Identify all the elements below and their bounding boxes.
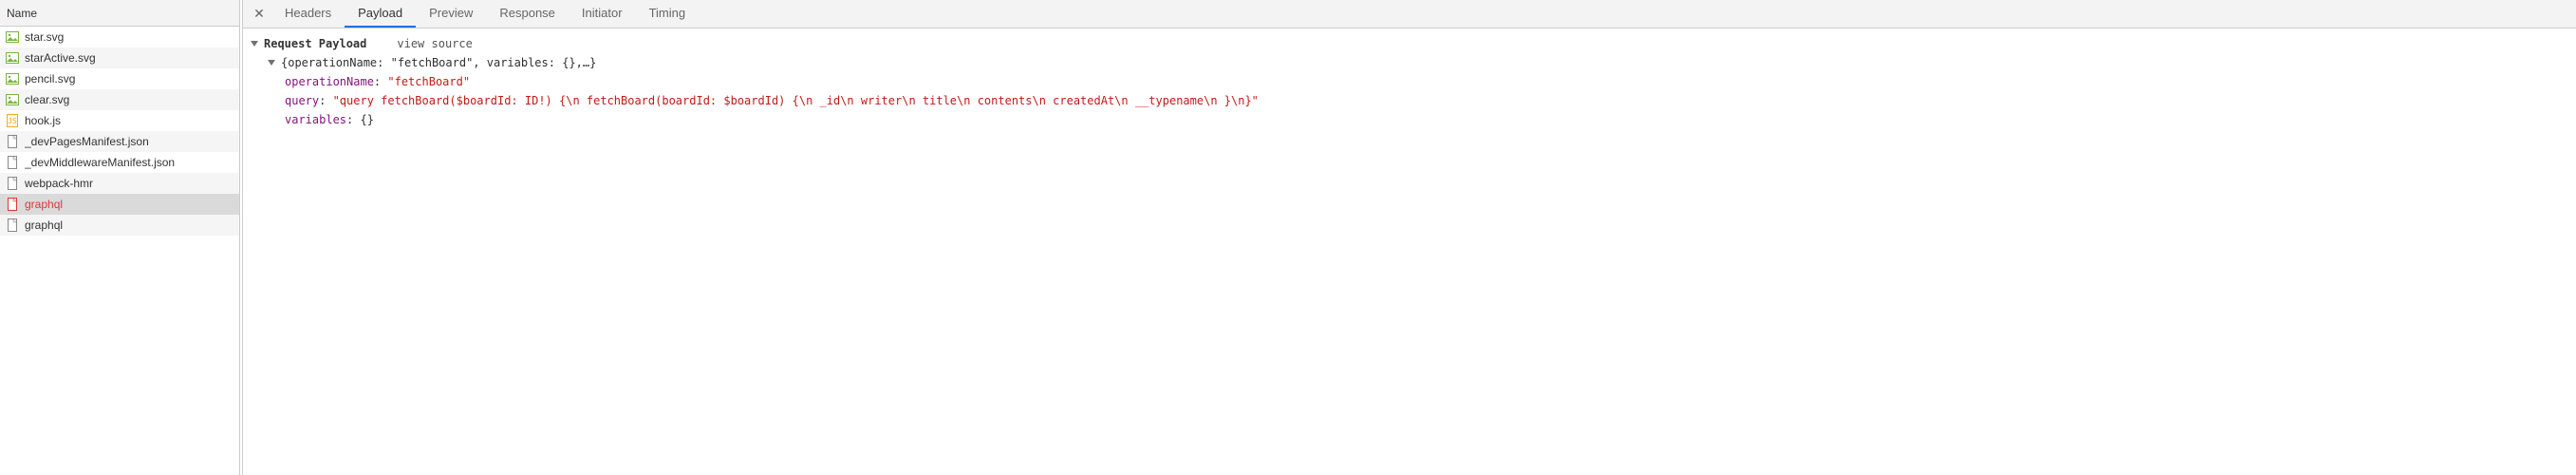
payload-section-header[interactable]: Request Payload view source <box>251 34 2568 53</box>
column-header-name: Name <box>7 7 37 20</box>
network-request-row[interactable]: JS hook.js <box>0 110 239 131</box>
disclosure-triangle-icon <box>268 60 275 66</box>
payload-summary[interactable]: {operationName: "fetchBoard", variables:… <box>268 53 2568 72</box>
network-request-row[interactable]: star.svg <box>0 27 239 48</box>
prop-key: query <box>285 94 319 107</box>
request-name-label: star.svg <box>25 30 64 44</box>
document-file-icon <box>6 156 19 169</box>
image-file-icon <box>6 30 19 44</box>
payload-section-title: Request Payload <box>264 34 366 53</box>
document-file-icon <box>6 218 19 232</box>
network-request-row[interactable]: _devPagesManifest.json <box>0 131 239 152</box>
network-request-row[interactable]: graphql <box>0 194 239 215</box>
request-name-label: graphql <box>25 218 63 232</box>
request-name-label: _devMiddlewareManifest.json <box>25 156 175 169</box>
request-details-panel: ✕ HeadersPayloadPreviewResponseInitiator… <box>242 0 2576 475</box>
document-file-icon <box>6 198 19 211</box>
payload-summary-text: {operationName: "fetchBoard", variables:… <box>281 53 596 72</box>
prop-value: "query fetchBoard($boardId: ID!) {\n fet… <box>333 94 1259 107</box>
network-requests-panel: Name star.svg starActive.svg pencil.svg cle… <box>0 0 240 475</box>
tab-initiator[interactable]: Initiator <box>569 0 636 28</box>
tab-preview[interactable]: Preview <box>416 0 486 28</box>
prop-key: operationName <box>285 75 374 88</box>
image-file-icon <box>6 72 19 86</box>
request-name-label: hook.js <box>25 114 61 127</box>
tab-response[interactable]: Response <box>486 0 569 28</box>
network-request-row[interactable]: starActive.svg <box>0 48 239 68</box>
panel-resizer[interactable] <box>240 0 242 475</box>
request-name-label: clear.svg <box>25 93 69 106</box>
network-request-row[interactable]: pencil.svg <box>0 68 239 89</box>
svg-text:JS: JS <box>8 117 17 125</box>
request-name-label: pencil.svg <box>25 72 75 86</box>
network-request-row[interactable]: graphql <box>0 215 239 236</box>
payload-body: Request Payload view source {operationNa… <box>243 28 2576 475</box>
request-name-label: webpack-hmr <box>25 177 93 190</box>
image-file-icon <box>6 93 19 106</box>
network-column-header[interactable]: Name <box>0 0 239 27</box>
network-request-row[interactable]: webpack-hmr <box>0 173 239 194</box>
image-file-icon <box>6 51 19 65</box>
network-list: star.svg starActive.svg pencil.svg clear.sv… <box>0 27 239 475</box>
close-details-button[interactable]: ✕ <box>247 0 271 28</box>
prop-key: variables <box>285 113 346 126</box>
tab-payload[interactable]: Payload <box>345 0 416 28</box>
request-name-label: starActive.svg <box>25 51 96 65</box>
prop-value: "fetchBoard" <box>387 75 470 88</box>
payload-prop-query[interactable]: query: "query fetchBoard($boardId: ID!) … <box>285 91 2568 110</box>
script-file-icon: JS <box>6 114 19 127</box>
network-request-row[interactable]: clear.svg <box>0 89 239 110</box>
prop-value: {} <box>360 113 373 126</box>
disclosure-triangle-icon <box>251 41 258 47</box>
document-file-icon <box>6 177 19 190</box>
network-request-row[interactable]: _devMiddlewareManifest.json <box>0 152 239 173</box>
tab-timing[interactable]: Timing <box>636 0 700 28</box>
payload-prop-variables[interactable]: variables: {} <box>285 110 2568 129</box>
tab-headers[interactable]: Headers <box>271 0 345 28</box>
view-source-link[interactable]: view source <box>397 34 472 53</box>
document-file-icon <box>6 135 19 148</box>
request-name-label: graphql <box>25 198 63 211</box>
request-name-label: _devPagesManifest.json <box>25 135 149 148</box>
details-tabs-bar: ✕ HeadersPayloadPreviewResponseInitiator… <box>243 0 2576 28</box>
payload-prop-operationname[interactable]: operationName: "fetchBoard" <box>285 72 2568 91</box>
close-icon: ✕ <box>253 6 265 22</box>
